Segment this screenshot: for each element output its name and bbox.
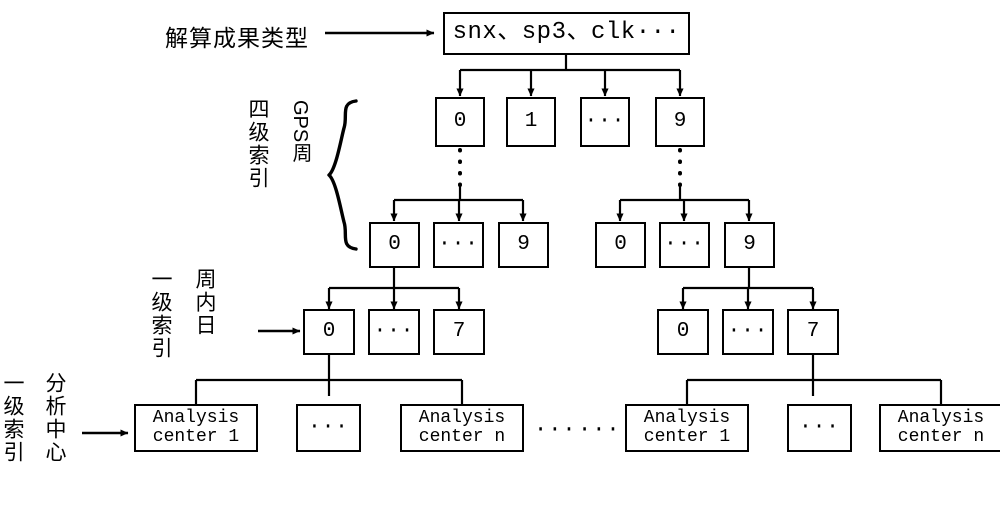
row3-left-node-0[interactable]: 0 (303, 309, 355, 355)
label-day-of-week: 周内日 (193, 268, 216, 337)
row3-left-node-7[interactable]: 7 (433, 309, 485, 355)
separator-ellipsis-right: ··· (578, 417, 621, 442)
bus-right-row3-to-ac (685, 355, 943, 404)
row2-right-node-9[interactable]: 9 (724, 222, 775, 268)
label-analysis-center: 分析中心 (43, 372, 66, 464)
label-level-one-index-day: 一级索引 (149, 268, 172, 360)
result-type-box[interactable]: snx、sp3、clk··· (443, 12, 690, 55)
row2-right-node-ellipsis[interactable]: ··· (659, 222, 710, 268)
row1-node-ellipsis[interactable]: ··· (580, 97, 630, 147)
row4-left-analysis-center-1[interactable]: Analysis center 1 (134, 404, 258, 452)
row4-left-ellipsis-box[interactable]: ··· (296, 404, 361, 452)
bus-type-to-row1 (460, 55, 680, 72)
row2-right-node-0[interactable]: 0 (595, 222, 646, 268)
bus-right-row2-to-row3 (683, 268, 813, 290)
row2-left-node-0[interactable]: 0 (369, 222, 420, 268)
brace-gps-week (327, 99, 358, 251)
label-gps-week: GPS周 (289, 100, 311, 163)
bus-left-row3-to-ac (194, 355, 464, 404)
row4-right-analysis-center-1[interactable]: Analysis center 1 (625, 404, 749, 452)
bus-left-row2-to-row3 (329, 268, 459, 290)
row2-left-node-ellipsis[interactable]: ··· (433, 222, 484, 268)
row3-right-node-7[interactable]: 7 (787, 309, 839, 355)
diagram-canvas: 解算成果类型 snx、sp3、clk··· 四级索引 GPS周 一级索引 周内日… (0, 0, 1000, 510)
label-level-one-index-ac: 一级索引 (1, 372, 24, 464)
row3-right-node-0[interactable]: 0 (657, 309, 709, 355)
page-title: 解算成果类型 (165, 25, 309, 51)
row1-node-9[interactable]: 9 (655, 97, 705, 147)
row3-left-node-ellipsis[interactable]: ··· (368, 309, 420, 355)
row2-left-node-9[interactable]: 9 (498, 222, 549, 268)
row4-left-analysis-center-n[interactable]: Analysis center n (400, 404, 524, 452)
bus-left-row1-to-row2 (394, 186, 523, 202)
row4-right-analysis-center-n[interactable]: Analysis center n (879, 404, 1000, 452)
row1-node-0[interactable]: 0 (435, 97, 485, 147)
row4-right-ellipsis-box[interactable]: ··· (787, 404, 852, 452)
separator-ellipsis-left: ··· (534, 417, 577, 442)
label-four-level-index: 四级索引 (246, 98, 269, 190)
bus-right-row1-to-row2 (620, 186, 749, 202)
row3-right-node-ellipsis[interactable]: ··· (722, 309, 774, 355)
row1-node-1[interactable]: 1 (506, 97, 556, 147)
